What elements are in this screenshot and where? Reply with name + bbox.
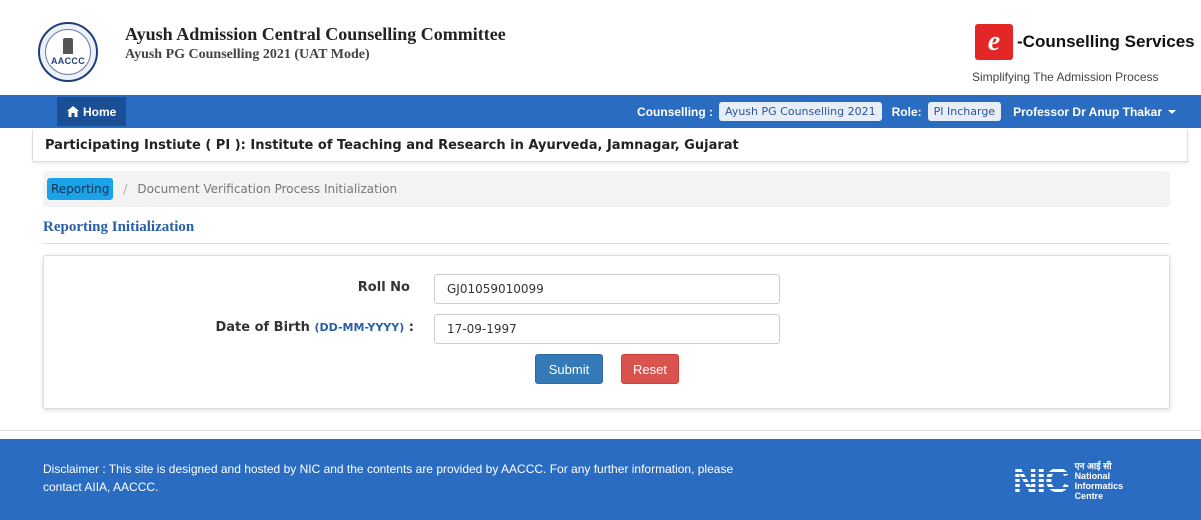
- participating-institute-bar: Participating Instiute ( PI ): Institute…: [32, 130, 1188, 162]
- emblem-abbr: AACCC: [51, 56, 85, 66]
- nic-logo: NIC एन आई सी National Informatics Centre: [1013, 461, 1123, 501]
- dob-input[interactable]: 17-09-1997: [434, 314, 780, 344]
- e-counselling-logo-icon: e: [975, 24, 1013, 60]
- nic-line-2: Informatics: [1074, 481, 1124, 491]
- roll-no-label: Roll No: [357, 280, 410, 295]
- roll-no-input[interactable]: GJ01059010099: [434, 274, 780, 304]
- nic-hindi: एन आई सी: [1074, 461, 1112, 471]
- nic-line-1: National: [1074, 471, 1111, 481]
- nic-line-3: Centre: [1074, 491, 1104, 501]
- reporting-form-panel: Roll No GJ01059010099 Date of Birth (DD-…: [43, 255, 1170, 409]
- site-footer: Disclaimer : This site is designed and h…: [0, 439, 1201, 520]
- site-header: AACCC Ayush Admission Central Counsellin…: [0, 0, 1201, 95]
- org-title: Ayush Admission Central Counselling Comm…: [125, 24, 506, 44]
- home-icon: [67, 106, 79, 117]
- national-emblem-icon: [63, 38, 73, 54]
- top-navbar: Home Counselling : Ayush PG Counselling …: [0, 95, 1201, 128]
- dob-label: Date of Birth: [215, 320, 310, 335]
- breadcrumb-current: Document Verification Process Initializa…: [137, 182, 398, 196]
- dob-format-hint: (DD-MM-YYYY): [314, 321, 405, 334]
- e-counselling-brand: e -Counselling Services: [975, 24, 1195, 60]
- breadcrumb-reporting[interactable]: Reporting: [47, 178, 114, 200]
- org-subtitle: Ayush PG Counselling 2021 (UAT Mode): [125, 47, 370, 62]
- dob-colon: :: [408, 320, 414, 335]
- pi-text: Participating Instiute ( PI ): Institute…: [45, 138, 739, 153]
- nav-right-group: Counselling : Ayush PG Counselling 2021 …: [637, 95, 1176, 128]
- brand-name: -Counselling Services: [1017, 32, 1195, 51]
- footer-divider: [0, 430, 1201, 431]
- aaccc-emblem-logo: AACCC: [38, 22, 98, 82]
- submit-button[interactable]: Submit: [535, 354, 603, 384]
- role-badge: PI Incharge: [927, 102, 1002, 121]
- brand-tagline: Simplifying The Admission Process: [972, 70, 1159, 84]
- section-title: Reporting Initialization: [43, 219, 195, 235]
- user-name: Professor Dr Anup Thakar: [1013, 104, 1162, 119]
- breadcrumb: Reporting / Document Verification Proces…: [43, 171, 1170, 207]
- nic-mark: NIC: [1013, 462, 1070, 500]
- section-divider: [43, 243, 1170, 244]
- home-nav-button[interactable]: Home: [57, 97, 127, 126]
- caret-down-icon: [1168, 109, 1176, 114]
- reset-button[interactable]: Reset: [621, 354, 679, 384]
- disclaimer-text: Disclaimer : This site is designed and h…: [43, 462, 734, 494]
- counselling-label: Counselling :: [637, 104, 714, 119]
- role-label: Role:: [891, 104, 922, 119]
- breadcrumb-separator: /: [123, 182, 128, 196]
- nic-text: एन आई सी National Informatics Centre: [1075, 461, 1124, 501]
- home-label: Home: [83, 104, 117, 119]
- user-menu-dropdown[interactable]: Professor Dr Anup Thakar: [1013, 105, 1176, 119]
- dob-label-group: Date of Birth (DD-MM-YYYY) :: [164, 320, 414, 335]
- counselling-badge: Ayush PG Counselling 2021: [719, 102, 882, 121]
